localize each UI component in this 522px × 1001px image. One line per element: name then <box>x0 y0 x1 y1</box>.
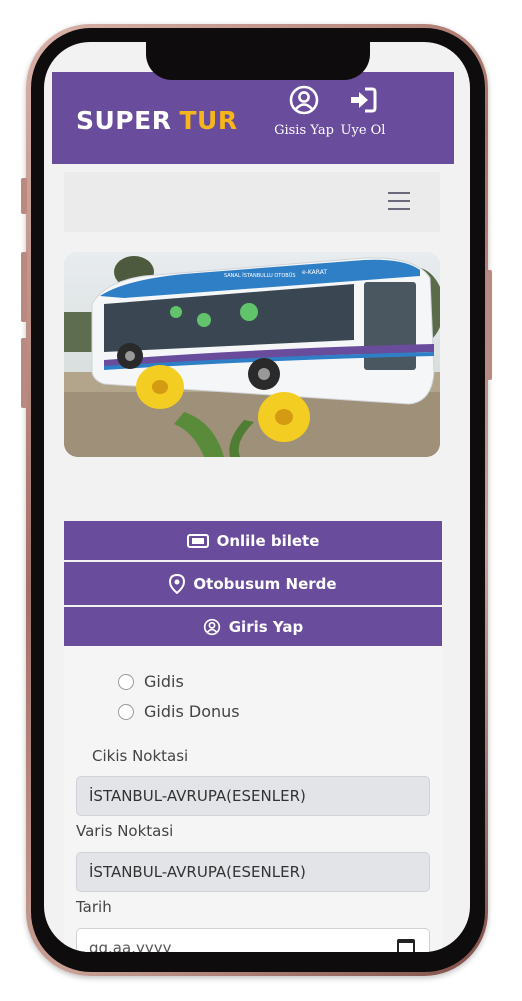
phone-side-button <box>486 270 492 380</box>
nav-bar <box>64 172 440 232</box>
radio-circle[interactable] <box>118 673 134 690</box>
bus-brand-text: e-KARAT <box>302 269 327 276</box>
hero-bus-image: SANAL İSTANBULLU OTOBÜS e-KARAT <box>64 252 440 457</box>
phone-side-button <box>21 338 27 408</box>
calendar-icon[interactable] <box>397 939 415 952</box>
date-label: Tarih <box>76 898 112 916</box>
bus-illustration: SANAL İSTANBULLU OTOBÜS e-KARAT <box>64 252 440 457</box>
ticket-icon <box>186 533 209 548</box>
departure-field[interactable]: İSTANBUL-AVRUPA(ESENLER) <box>76 776 430 816</box>
hamburger-menu-icon[interactable] <box>388 192 410 210</box>
bus-side-text: SANAL İSTANBULLU OTOBÜS <box>224 272 296 279</box>
online-ticket-label: Onlile bilete <box>216 531 320 550</box>
radio-circle[interactable] <box>118 703 134 720</box>
date-field[interactable]: gg.aa.yyyy <box>76 928 430 952</box>
login-label: Giris Yap <box>228 617 304 636</box>
phone-side-button <box>21 252 27 322</box>
bus-tracking-label: Otobusum Nerde <box>193 574 337 593</box>
phone-screen: SUPER TUR Gisis Yap Uye Ol SANAL İSTANBU… <box>44 42 470 952</box>
login-button[interactable]: Giris Yap <box>64 607 442 646</box>
site-logo[interactable]: SUPER TUR <box>76 106 238 135</box>
header-register-button[interactable]: Uye Ol <box>338 84 388 138</box>
header-login-label: Gisis Yap <box>274 123 334 138</box>
bus-tracking-button[interactable]: Otobusum Nerde <box>64 562 442 605</box>
user-circle-icon <box>289 85 319 115</box>
header-login-button[interactable]: Gisis Yap <box>274 84 334 138</box>
departure-label: Cikis Noktasi <box>92 747 189 765</box>
arrival-label: Varis Noktasi <box>76 822 174 840</box>
phone-notch <box>146 40 370 80</box>
logo-text-primary: SUPER <box>76 106 172 135</box>
user-circle-icon <box>203 618 220 635</box>
date-placeholder: gg.aa.yyyy <box>89 939 172 952</box>
online-ticket-button[interactable]: Onlile bilete <box>64 521 442 560</box>
site-header: SUPER TUR Gisis Yap Uye Ol <box>52 72 454 164</box>
radio-round-trip-label: Gidis Donus <box>144 702 240 721</box>
header-register-label: Uye Ol <box>340 123 386 138</box>
phone-side-button <box>21 178 27 214</box>
sign-in-icon <box>351 87 377 113</box>
radio-one-way-label: Gidis <box>144 672 184 691</box>
ticket-search-form: Gidis Gidis Donus Cikis Noktasi İSTANBUL… <box>64 646 442 952</box>
arrival-field[interactable]: İSTANBUL-AVRUPA(ESENLER) <box>76 852 430 892</box>
radio-round-trip[interactable]: Gidis Donus <box>118 702 240 721</box>
location-pin-icon <box>169 573 186 594</box>
radio-one-way[interactable]: Gidis <box>118 672 184 691</box>
logo-text-accent: TUR <box>179 106 238 135</box>
